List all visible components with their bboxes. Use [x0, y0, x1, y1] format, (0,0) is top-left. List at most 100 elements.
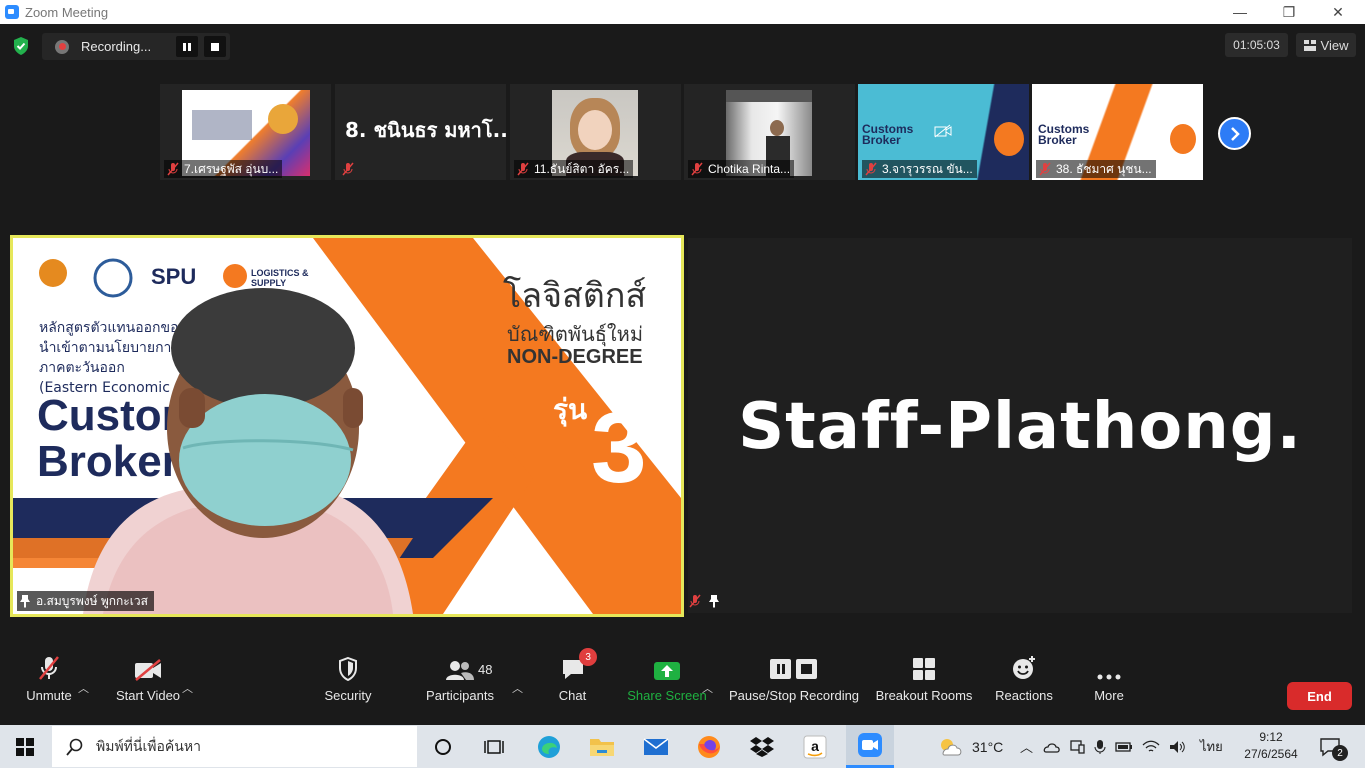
recording-dot-icon [55, 39, 69, 54]
windows-logo-icon [16, 737, 34, 756]
dropbox-icon[interactable] [745, 731, 779, 763]
participant-tile[interactable]: Chotika Rinta... [684, 84, 855, 180]
pause-recording-button[interactable] [176, 36, 198, 57]
active-speaker-video[interactable]: SPU LOGISTICS & SUPPLY CHAIN หลักสูตรตัว… [10, 235, 684, 617]
taskbar-search-box[interactable]: พิมพ์ที่นี่เพื่อค้นหา [52, 726, 417, 767]
meeting-stage: Recording... 01:05:03 View 7.เศรษฐพัส อุ… [0, 24, 1365, 724]
muted-mic-icon [691, 162, 703, 176]
share-screen-button[interactable]: Share Screen [624, 648, 710, 724]
participant-name-large: 8. ชนินธร มหาโ... [345, 118, 506, 142]
reactions-icon [1013, 656, 1035, 679]
edge-browser-icon[interactable] [532, 731, 566, 763]
slide-run: รุ่น [553, 393, 588, 426]
encryption-shield-icon[interactable] [12, 36, 30, 56]
close-button[interactable]: ✕ [1315, 0, 1361, 24]
participant-tile[interactable]: 11.ธันย์สิตา อัคร... [510, 84, 681, 180]
participant-tile[interactable]: 7.เศรษฐพัส อุ่นบ... [160, 84, 331, 180]
muted-mic-icon [342, 162, 354, 176]
presenter-figure [83, 288, 413, 614]
participant-tile-staff[interactable]: Staff-Plathong. [688, 238, 1352, 613]
onedrive-icon[interactable] [1042, 741, 1060, 753]
participants-options-chevron-icon[interactable]: ︿ [512, 680, 523, 696]
next-page-button[interactable] [1218, 117, 1251, 150]
camera-off-icon [934, 124, 952, 138]
view-button[interactable]: View [1296, 33, 1356, 57]
wifi-icon[interactable] [1142, 740, 1160, 754]
speaker-name-label: อ.สมบูรพงษ์ พูกกะเวส [17, 591, 154, 611]
slide-number: 3 [591, 392, 647, 504]
muted-mic-icon [689, 594, 701, 608]
security-shield-icon [339, 657, 357, 681]
participant-name: 7.เศรษฐพัส อุ่นบ... [164, 160, 283, 178]
unmute-button[interactable]: Unmute [14, 648, 84, 724]
audio-options-chevron-icon[interactable]: ︿ [78, 680, 89, 696]
system-tray: ︿ ไทย [1020, 725, 1223, 768]
participant-tile[interactable]: 8. ชนินธร มหาโ... [335, 84, 506, 180]
chevron-up-icon[interactable]: ︿ [1020, 737, 1033, 756]
pause-stop-recording-button[interactable]: Pause/Stop Recording [727, 648, 861, 724]
participants-count: 48 [478, 662, 493, 677]
weather-widget[interactable]: 31°C [938, 725, 1003, 768]
window-titlebar: Zoom Meeting — ❐ ✕ [0, 0, 1365, 24]
battery-icon[interactable] [1115, 741, 1133, 753]
pause-icon [183, 42, 191, 51]
pause-stop-icon [770, 659, 817, 679]
participant-display-name: Staff-Plathong. [738, 390, 1302, 464]
chat-button[interactable]: 3 Chat [545, 648, 600, 724]
notifications-icon[interactable]: 2 [1313, 731, 1348, 763]
weather-icon [941, 738, 962, 755]
pin-icon [20, 595, 30, 608]
grid-view-icon [1303, 39, 1316, 51]
breakout-rooms-icon [913, 658, 935, 680]
slide-non-degree: NON-DEGREE [507, 346, 643, 368]
security-button[interactable]: Security [313, 648, 383, 724]
reactions-button[interactable]: Reactions [990, 648, 1058, 724]
video-off-icon [135, 659, 161, 681]
participant-name: 3.จารุวรรณ ขัน... [862, 160, 977, 178]
search-placeholder: พิมพ์ที่นี่เพื่อค้นหา [96, 737, 201, 754]
participant-name: 38. ธัชมาศ นุชน... [1036, 160, 1156, 178]
chevron-right-icon [1230, 126, 1240, 141]
firefox-icon[interactable] [692, 731, 726, 763]
microphone-icon[interactable] [1094, 739, 1106, 755]
end-meeting-button[interactable]: End [1287, 682, 1352, 710]
muted-mic-icon [517, 162, 529, 176]
more-button[interactable]: More [1080, 648, 1138, 724]
breakout-rooms-button[interactable]: Breakout Rooms [872, 648, 976, 724]
devices-icon[interactable] [1069, 739, 1085, 754]
minimize-button[interactable]: — [1217, 0, 1263, 24]
muted-mic-icon [865, 162, 877, 176]
taskbar-clock[interactable]: 9:12 27/6/2564 [1234, 729, 1308, 763]
input-language[interactable]: ไทย [1200, 736, 1223, 757]
recording-label: Recording... [81, 39, 152, 54]
windows-taskbar: พิมพ์ที่นี่เพื่อค้นหา a 31°C ︿ ไทย 9:12 … [0, 725, 1365, 768]
window-title: Zoom Meeting [25, 4, 109, 20]
recording-indicator: Recording... [42, 33, 230, 60]
stop-recording-button[interactable] [204, 36, 226, 57]
participant-tile[interactable]: Customs Broker 3.จารุวรรณ ขัน... [858, 84, 1029, 180]
participant-name: 11.ธันย์สิตา อัคร... [514, 160, 634, 178]
file-explorer-icon[interactable] [585, 731, 619, 763]
maximize-button[interactable]: ❐ [1266, 0, 1312, 24]
participant-name [339, 160, 363, 178]
amazon-icon[interactable]: a [798, 731, 832, 763]
slide-title-thai: โลจิสติกส์ [503, 276, 647, 316]
participant-name: Chotika Rinta... [688, 160, 795, 178]
mail-icon[interactable] [639, 731, 673, 763]
cortana-icon[interactable] [426, 731, 460, 763]
muted-mic-icon [1039, 162, 1051, 176]
start-video-button[interactable]: Start Video [108, 648, 188, 724]
weather-temp: 31°C [972, 738, 1004, 755]
video-options-chevron-icon[interactable]: ︿ [182, 680, 193, 696]
notification-count-badge: 2 [1332, 745, 1348, 761]
start-button[interactable] [0, 725, 50, 768]
share-options-chevron-icon[interactable]: ︿ [702, 680, 713, 696]
volume-icon[interactable] [1169, 740, 1187, 754]
task-view-icon[interactable] [477, 731, 511, 763]
zoom-taskbar-icon[interactable] [846, 725, 894, 768]
svg-text:a: a [811, 738, 819, 754]
participant-tile[interactable]: Customs Broker 38. ธัชมาศ นุชน... [1032, 84, 1203, 180]
zoom-app-icon [5, 5, 19, 19]
participants-button[interactable]: 48 Participants [420, 648, 500, 724]
search-icon [66, 738, 83, 756]
